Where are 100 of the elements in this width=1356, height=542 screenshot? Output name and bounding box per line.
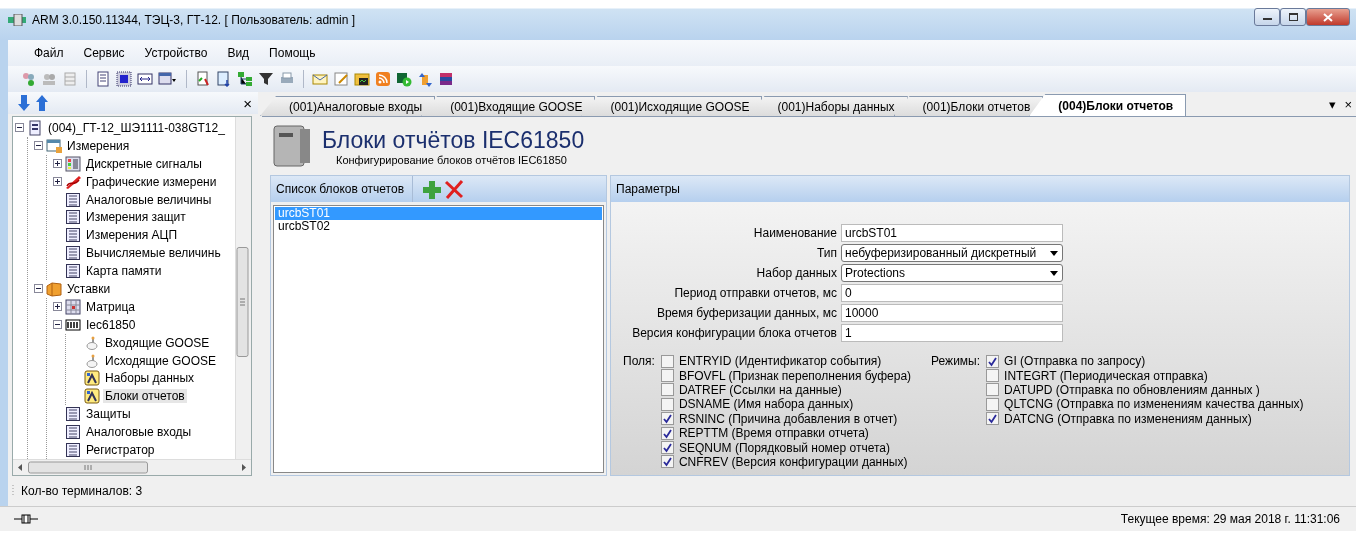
close-button[interactable]: × (243, 94, 252, 112)
dropdown-arrow-icon (1050, 270, 1058, 276)
resize-icon[interactable] (137, 71, 153, 87)
checkbox[interactable] (660, 383, 674, 397)
expand-toggle[interactable] (34, 141, 43, 151)
matrix-icon (65, 298, 81, 315)
up-arrow-icon[interactable] (36, 95, 48, 111)
expand-toggle[interactable] (53, 159, 62, 169)
tree-item[interactable]: Исходящие GOOSE (103, 353, 218, 368)
checkbox[interactable] (986, 383, 1000, 397)
expand-toggle[interactable] (53, 302, 62, 312)
table-icon (65, 227, 81, 244)
field-label: Наименование (752, 226, 837, 240)
down-arrow-icon[interactable] (18, 95, 30, 111)
expand-toggle[interactable] (53, 320, 62, 330)
checkbox[interactable] (660, 441, 674, 455)
expand-toggle[interactable] (15, 123, 24, 133)
minimize-button[interactable] (1254, 8, 1280, 26)
input-field[interactable]: 0 (841, 284, 1063, 302)
scroll-thumb-icon[interactable] (236, 247, 249, 357)
chip-icon (65, 316, 81, 333)
rss-icon[interactable] (375, 71, 391, 87)
play-icon[interactable] (396, 71, 412, 87)
checkbox[interactable] (660, 412, 674, 426)
checkbox[interactable] (986, 369, 1000, 383)
scroll-thumb-icon[interactable] (28, 460, 148, 474)
tab[interactable]: (004)Блоки отчетов (1029, 94, 1187, 116)
delete-icon[interactable] (443, 179, 465, 199)
option-label: DSNAME (Имя набора данных) (678, 397, 854, 412)
document-icon[interactable] (195, 71, 211, 87)
tree-icon[interactable] (237, 71, 253, 87)
panel-title: Параметры (616, 182, 680, 196)
checkbox[interactable] (660, 354, 674, 368)
input-field[interactable]: 1 (841, 324, 1063, 342)
tree-item[interactable]: Графические измерени (84, 174, 219, 189)
filter-icon[interactable] (258, 71, 274, 87)
menu-item[interactable]: Файл (26, 43, 72, 63)
tab[interactable]: (001)Аналоговые входы (260, 96, 436, 116)
tab-menu-button[interactable]: ▾ (1325, 96, 1341, 112)
tree-item[interactable]: Регистратор (84, 442, 157, 457)
list-icon[interactable] (95, 71, 111, 87)
menu-item[interactable]: Устройство (136, 43, 216, 63)
tree-item[interactable]: Измерения (65, 138, 132, 153)
checkbox[interactable] (986, 412, 1000, 426)
checkbox[interactable] (660, 455, 674, 469)
close-button[interactable]: × (1340, 96, 1356, 112)
tab[interactable]: (001)Блоки отчетов (893, 96, 1044, 116)
dropdown[interactable]: небуферизированный дискретный (841, 244, 1063, 262)
folder-icon (46, 280, 62, 297)
checkbox[interactable] (660, 369, 674, 383)
tree-item[interactable]: Входящие GOOSE (103, 335, 212, 350)
close-button[interactable] (1306, 8, 1350, 26)
tree-item[interactable]: Измерения защит (84, 210, 188, 225)
tree-item[interactable]: Наборы данных (103, 371, 197, 386)
option-label: RSNINC (Причина добавления в отчет) (678, 411, 898, 426)
tab[interactable]: (001)Входящие GOOSE (421, 96, 596, 116)
tree-item[interactable]: Аналоговые величины (84, 192, 214, 207)
document-icon[interactable] (216, 71, 232, 87)
expand-toggle[interactable] (53, 177, 62, 187)
envelope-icon[interactable] (312, 71, 328, 87)
checkbox[interactable] (986, 397, 1000, 411)
page-subtitle: Конфигурирование блоков отчётов IEC61850 (336, 153, 568, 166)
dropdown[interactable]: Protections (841, 264, 1063, 282)
vertical-scrollbar[interactable] (235, 117, 251, 459)
list-item[interactable]: urcbST02 (275, 220, 602, 233)
horizontal-scrollbar[interactable] (13, 458, 251, 475)
tree-item[interactable]: Iec61850 (84, 317, 138, 332)
expand-toggle[interactable] (34, 284, 43, 294)
tree-item[interactable]: Матрица (84, 299, 137, 314)
tree-item[interactable]: Дискретные сигналы (84, 156, 204, 171)
square-icon[interactable] (116, 71, 132, 87)
menu-item[interactable]: Вид (219, 43, 258, 63)
page-title: Блоки отчётов IEC61850 (322, 126, 585, 154)
checkbox[interactable] (660, 426, 674, 440)
menu-item[interactable]: Помощь (261, 43, 324, 63)
tree-item[interactable]: Вычисляемые величинь (84, 246, 223, 261)
add-icon[interactable] (421, 179, 443, 199)
tree-item[interactable]: Карта памяти (84, 264, 164, 279)
note-icon[interactable] (333, 71, 349, 87)
tree-item[interactable]: (004)_ГТ-12_ШЭ1111-038GT12_ (46, 120, 227, 135)
window-title: ARM 3.0.150.11344, ТЭЦ-3, ГТ-12. [ Пользователь: admin ] (32, 13, 357, 27)
window-icon[interactable] (158, 71, 178, 87)
input-field[interactable]: 10000 (841, 304, 1063, 322)
folder-icon[interactable] (354, 71, 370, 87)
arrows-icon[interactable] (417, 71, 433, 87)
field-label: Набор данных (755, 266, 837, 280)
tree-item[interactable]: Защиты (84, 407, 133, 422)
tree-item[interactable]: Измерения АЦП (84, 228, 180, 243)
tree-item[interactable]: Аналоговые входы (84, 425, 194, 440)
people-icon[interactable] (20, 71, 36, 87)
maximize-button[interactable] (1280, 8, 1306, 26)
checkbox[interactable] (986, 354, 1000, 368)
book-icon[interactable] (438, 71, 454, 87)
tab[interactable]: (001)Исходящие GOOSE (581, 96, 763, 116)
menu-item[interactable]: Сервис (75, 43, 133, 63)
checkbox[interactable] (660, 397, 674, 411)
input-field[interactable]: urcbST01 (841, 224, 1063, 242)
tree-item[interactable]: Блоки отчетов (103, 389, 187, 404)
tree-item[interactable]: Уставки (65, 281, 113, 296)
tab[interactable]: (001)Наборы данных (748, 96, 908, 116)
